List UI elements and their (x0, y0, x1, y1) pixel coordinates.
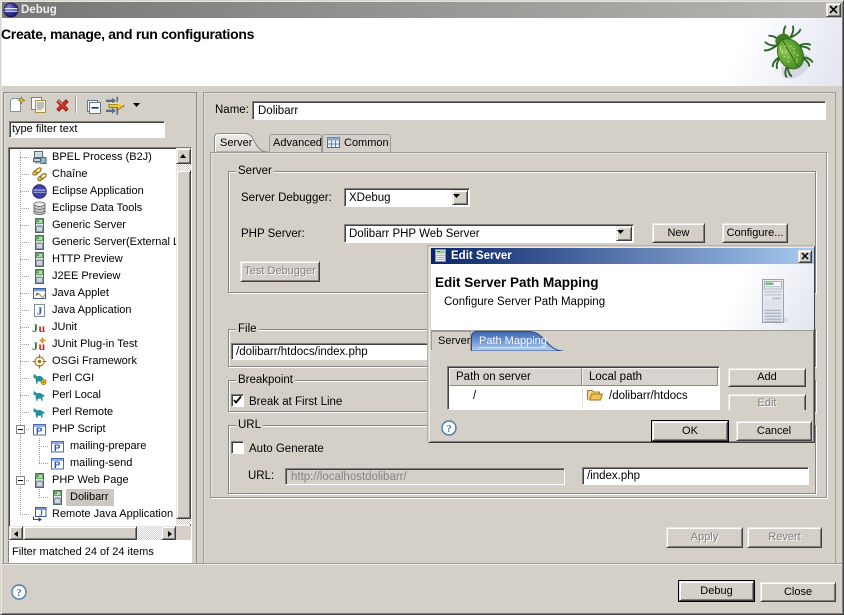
svg-text:P: P (54, 460, 61, 471)
svg-text:P: P (54, 443, 61, 454)
svg-text:u: u (39, 321, 46, 335)
svg-text:J: J (32, 339, 38, 352)
svg-text:P: P (36, 426, 43, 437)
svg-text:?: ? (16, 587, 22, 599)
svg-text:J: J (32, 321, 38, 335)
svg-text:J: J (37, 306, 43, 318)
svg-text:J: J (39, 509, 43, 518)
svg-text:?: ? (446, 423, 452, 435)
